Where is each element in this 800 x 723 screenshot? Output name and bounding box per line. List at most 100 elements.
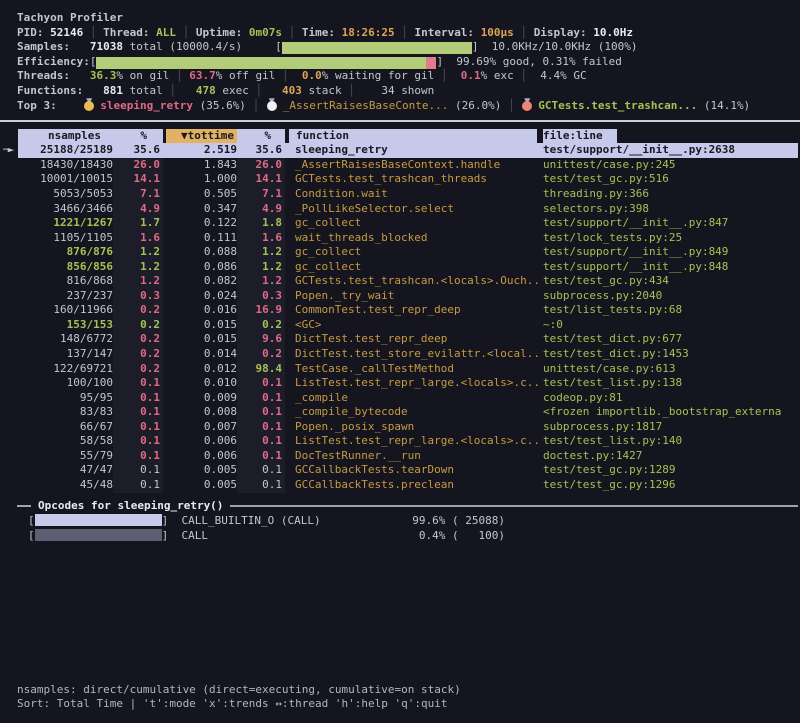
pct-cumulative-cell: 0.1 — [237, 405, 285, 420]
column-header-file-line[interactable]: file:line — [543, 129, 617, 144]
table-row[interactable]: 47/470.10.0050.1GCCallbackTests.tearDown… — [0, 463, 800, 478]
table-row[interactable]: 137/1470.20.0140.2DictTest.test_store_ev… — [0, 347, 800, 362]
separator-dash — [230, 505, 798, 507]
pct-cumulative-cell: 1.8 — [237, 216, 285, 231]
file-line-cell: unittest/case.py:245 — [543, 158, 799, 173]
header-stats: Tachyon ProfilerPID: 52146 │ Thread: ALL… — [0, 0, 800, 113]
file-line-cell: test/lock_tests.py:25 — [543, 231, 799, 246]
column-header-tottime-sorted[interactable]: ▼tottime — [166, 129, 238, 144]
pct-cumulative-cell: 14.1 — [237, 172, 285, 187]
nsamples-cell: 10001/10015 — [18, 172, 113, 187]
text-segment: ] — [472, 40, 479, 53]
pct-direct-cell: 35.6 — [113, 143, 163, 158]
tottime-cell: 0.005 — [167, 478, 237, 493]
footer-legend: nsamples: direct/cumulative (direct=exec… — [0, 683, 461, 698]
table-row[interactable]: 58/580.10.0060.1ListTest.test_repr_large… — [0, 434, 800, 449]
file-line-cell: test/test_gc.py:434 — [543, 274, 799, 289]
table-row[interactable]: 100/1000.10.0100.1ListTest.test_repr_lar… — [0, 376, 800, 391]
table-row[interactable]: 55/790.10.0060.1DocTestRunner.__rundocte… — [0, 449, 800, 464]
function-cell: gc_collect — [295, 260, 541, 275]
table-row[interactable]: 95/950.10.0090.1_compilecodeop.py:81 — [0, 391, 800, 406]
text-segment: GCTests.test_trashcan... — [538, 99, 697, 112]
pct-direct-cell: 1.7 — [113, 216, 163, 231]
text-segment: 10.0Hz — [593, 26, 633, 39]
header-separator — [0, 120, 800, 122]
column-header-pct-direct[interactable]: % — [113, 129, 163, 144]
table-row[interactable]: 18430/1843026.01.84326.0_AssertRaisesBas… — [0, 158, 800, 173]
function-cell: GCTests.test_trashcan_threads — [295, 172, 541, 187]
table-row[interactable]: 237/2370.30.0240.3Popen._try_waitsubproc… — [0, 289, 800, 304]
file-line-cell: test/support/__init__.py:849 — [543, 245, 799, 260]
profiler-screen: Tachyon ProfilerPID: 52146 │ Thread: ALL… — [0, 0, 800, 723]
text-segment: Interval: — [414, 26, 480, 39]
pct-cumulative-cell: 35.6 — [237, 143, 285, 158]
bar-fill — [282, 42, 472, 54]
table-row-selected[interactable]: ─►25188/2518935.62.51935.6sleeping_retry… — [0, 143, 800, 158]
text-segment: │ — [282, 69, 302, 82]
function-cell: _compile — [295, 391, 541, 406]
nsamples-cell: 5053/5053 — [18, 187, 113, 202]
table-row[interactable]: 148/67720.20.0159.6DictTest.test_repr_de… — [0, 332, 800, 347]
text-segment: │ — [176, 26, 196, 39]
pct-direct-cell: 1.2 — [113, 260, 163, 275]
text-segment: % exc — [481, 69, 521, 82]
file-line-cell: selectors.py:398 — [543, 202, 799, 217]
table-row[interactable]: 856/8561.20.0861.2gc_collecttest/support… — [0, 260, 800, 275]
pct-cumulative-cell: 1.6 — [237, 231, 285, 246]
tottime-cell: 0.111 — [167, 231, 237, 246]
table-row[interactable]: 1221/12671.70.1221.8gc_collecttest/suppo… — [0, 216, 800, 231]
text-segment: ALL — [156, 26, 176, 39]
text-segment: _AssertRaisesBaseConte... — [283, 99, 449, 112]
file-line-cell: test/test_gc.py:516 — [543, 172, 799, 187]
file-line-cell: codeop.py:81 — [543, 391, 799, 406]
table-row[interactable]: 816/8681.20.0821.2GCTests.test_trashcan.… — [0, 274, 800, 289]
file-line-cell: test/test_dict.py:677 — [543, 332, 799, 347]
nsamples-cell: 816/868 — [18, 274, 113, 289]
file-line-cell: ~:0 — [543, 318, 799, 333]
table-row[interactable]: 66/670.10.0070.1Popen._posix_spawnsubpro… — [0, 420, 800, 435]
column-header-pct-cumulative[interactable]: % — [237, 129, 285, 144]
pct-direct-cell: 0.2 — [113, 362, 163, 377]
opcode-row: [] CALL_BUILTIN_O (CALL) 99.6% ( 25088) — [0, 513, 800, 528]
tottime-cell: 0.009 — [167, 391, 237, 406]
nsamples-cell: 95/95 — [18, 391, 113, 406]
table-row[interactable]: 1105/11051.60.1111.6wait_threads_blocked… — [0, 231, 800, 246]
table-row[interactable]: 3466/34664.90.3474.9_PollLikeSelector.se… — [0, 202, 800, 217]
text-segment: (26.0%) — [448, 99, 508, 112]
column-header-function[interactable]: function — [289, 129, 537, 144]
text-segment: [ — [275, 40, 282, 53]
text-segment: 881 — [90, 84, 123, 97]
pct-direct-cell: 0.2 — [113, 303, 163, 318]
function-cell: sleeping_retry — [295, 143, 541, 158]
table-row[interactable]: 83/830.10.0080.1_compile_bytecode<frozen… — [0, 405, 800, 420]
tottime-cell: 0.088 — [167, 245, 237, 260]
function-cell: GCTests.test_trashcan.<locals>.Ouch... — [295, 274, 541, 289]
tottime-cell: 1.000 — [167, 172, 237, 187]
table-row[interactable]: 122/697210.20.01298.4TestCase._callTestM… — [0, 362, 800, 377]
pct-cumulative-cell: 4.9 — [237, 202, 285, 217]
pct-direct-cell: 1.6 — [113, 231, 163, 246]
function-cell: DictTest.test_store_evilattr.<local... — [295, 347, 541, 362]
tottime-cell: 0.024 — [167, 289, 237, 304]
table-row[interactable]: 160/119660.20.01616.9CommonTest.test_rep… — [0, 303, 800, 318]
file-line-cell: test/support/__init__.py:848 — [543, 260, 799, 275]
text-segment: Display: — [534, 26, 594, 39]
opcode-bar — [35, 514, 162, 526]
pct-cumulative-cell: 16.9 — [237, 303, 285, 318]
text-segment: % on gil — [116, 69, 176, 82]
column-header-nsamples[interactable]: nsamples — [18, 129, 113, 144]
opcode-percent: 99.6% ( 25088) — [295, 513, 505, 528]
file-line-cell: test/test_list.py:138 — [543, 376, 799, 391]
table-row[interactable]: 10001/1001514.11.00014.1GCTests.test_tra… — [0, 172, 800, 187]
table-row[interactable]: 5053/50537.10.5057.1Condition.waitthread… — [0, 187, 800, 202]
pct-direct-cell: 1.2 — [113, 245, 163, 260]
tottime-cell: 0.014 — [167, 347, 237, 362]
pct-direct-cell: 0.2 — [113, 347, 163, 362]
table-row[interactable]: 876/8761.20.0881.2gc_collecttest/support… — [0, 245, 800, 260]
function-cell: CommonTest.test_repr_deep — [295, 303, 541, 318]
table-row[interactable]: 45/480.10.0050.1GCCallbackTests.preclean… — [0, 478, 800, 493]
text-segment: 63.7 — [189, 69, 216, 82]
table-row[interactable]: 153/1530.20.0150.2<GC>~:0 — [0, 318, 800, 333]
separator-dash — [17, 505, 31, 507]
opcode-bar — [35, 529, 162, 541]
